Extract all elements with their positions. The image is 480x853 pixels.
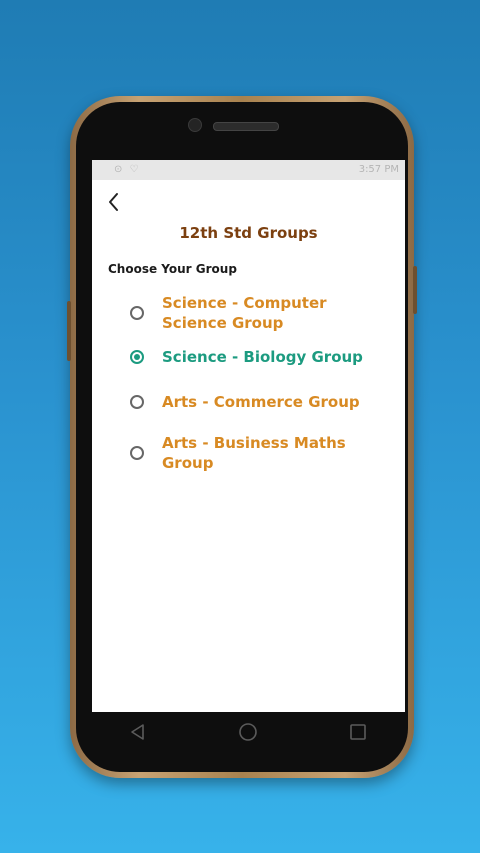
radio-button-selected[interactable] (130, 350, 144, 364)
option-label-line: Arts - Business Maths (162, 434, 346, 452)
section-label: Choose Your Group (108, 262, 237, 276)
back-arrow-icon[interactable] (106, 191, 124, 213)
option-label-line: Science Group (162, 314, 284, 332)
phone-side-button (413, 266, 417, 314)
radio-button[interactable] (130, 446, 144, 460)
triangle-back-icon[interactable] (126, 720, 150, 744)
page-background: { "status_bar": { "time": "3:57 PM" }, "… (0, 0, 480, 853)
option-label: Science - Computer Science Group (162, 293, 377, 333)
navigation-bar (92, 714, 405, 750)
square-recent-icon[interactable] (346, 720, 370, 744)
status-bar: ⊙ ♡ 3:57 PM (92, 160, 405, 180)
phone-bezel: ⊙ ♡ 3:57 PM 12th Std Groups Choose Your … (76, 102, 408, 772)
option-arts-commerce[interactable]: Arts - Commerce Group (128, 392, 388, 418)
phone-screen: ⊙ ♡ 3:57 PM 12th Std Groups Choose Your … (92, 160, 405, 712)
radio-button[interactable] (130, 306, 144, 320)
radio-button[interactable] (130, 395, 144, 409)
phone-frame: ⊙ ♡ 3:57 PM 12th Std Groups Choose Your … (67, 96, 417, 778)
option-label: Arts - Commerce Group (162, 392, 377, 412)
page-title: 12th Std Groups (179, 224, 318, 242)
option-science-computer[interactable]: Science - Computer Science Group (128, 293, 388, 337)
status-time: 3:57 PM (358, 164, 399, 175)
option-science-biology[interactable]: Science - Biology Group (128, 347, 388, 373)
notification-icons: ⊙ ♡ (114, 164, 141, 175)
option-label-line: Science - Biology Group (162, 348, 363, 366)
option-label: Science - Biology Group (162, 347, 377, 367)
option-label-line: Science - Computer (162, 294, 327, 312)
circle-home-icon[interactable] (236, 720, 260, 744)
option-label: Arts - Business Maths Group (162, 433, 377, 473)
phone-side-button (67, 301, 71, 361)
earpiece-speaker (213, 122, 279, 131)
option-label-line: Group (162, 454, 214, 472)
option-arts-business-maths[interactable]: Arts - Business Maths Group (128, 433, 388, 477)
option-label-line: Arts - Commerce Group (162, 393, 360, 411)
front-camera (188, 118, 202, 132)
